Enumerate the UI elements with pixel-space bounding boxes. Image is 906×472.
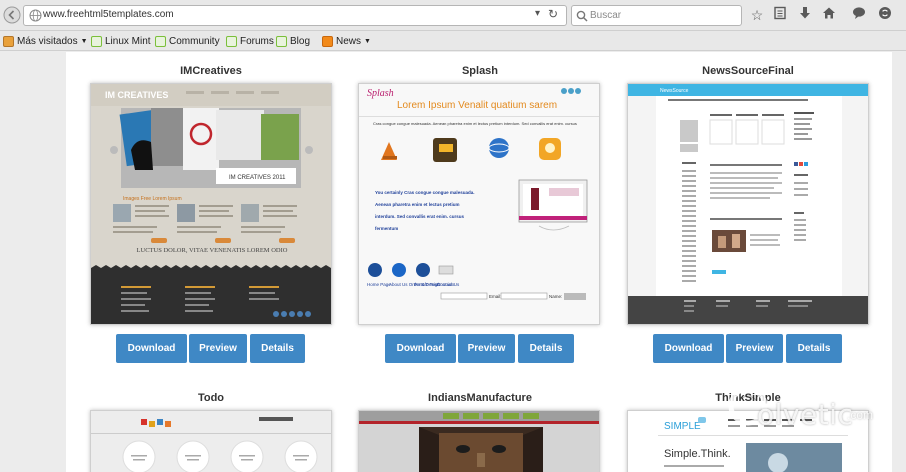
svg-text:interdum. Sed convallis erat e: interdum. Sed convallis erat enim. cursu… — [375, 214, 465, 219]
mint-icon — [155, 35, 166, 47]
template-title[interactable]: IndiansManufacture — [360, 392, 600, 404]
svg-text:Home Page: Home Page — [367, 282, 391, 287]
download-button[interactable]: Download — [116, 334, 187, 363]
bookmarks-list-icon[interactable] — [771, 6, 789, 24]
bookmark-star-icon[interactable]: ☆ — [748, 6, 766, 24]
template-title[interactable]: Splash — [360, 65, 600, 77]
svg-text:Lorem Ipsum Venalit quatium sa: Lorem Ipsum Venalit quatium sarem — [397, 100, 557, 111]
bookmark-news[interactable]: News ▼ — [322, 33, 371, 49]
preview-button[interactable]: Preview — [458, 334, 515, 363]
chevron-down-icon: ▼ — [80, 37, 88, 45]
sync-icon[interactable] — [876, 6, 894, 24]
bookmark-label: News — [336, 35, 362, 47]
svg-text:IM CREATIVES: IM CREATIVES — [105, 90, 168, 100]
svg-text:LUCTUS DOLOR, VITAE VENENATIS: LUCTUS DOLOR, VITAE VENENATIS LOREM ODIO — [137, 247, 288, 254]
bookmark-label: Blog — [290, 35, 311, 47]
details-button[interactable]: Details — [786, 334, 842, 363]
details-button[interactable]: Details — [518, 334, 574, 363]
template-title[interactable]: Todo — [91, 392, 331, 404]
details-button[interactable]: Details — [250, 334, 305, 363]
svg-text:SIMPLE: SIMPLE — [664, 421, 701, 432]
bookmark-linux-mint[interactable]: Linux Mint — [91, 33, 151, 49]
svg-text:Simple.Think.: Simple.Think. — [664, 448, 731, 460]
svg-text:Splash: Splash — [367, 88, 394, 99]
svg-text:Images Free Lorem Ipsum: Images Free Lorem Ipsum — [123, 196, 182, 202]
bookmark-community[interactable]: Community — [155, 33, 220, 49]
todo-preview — [91, 411, 331, 472]
svg-text:NewsSource: NewsSource — [660, 88, 689, 94]
template-thumbnail-imcreatives[interactable]: IM CREATIVES IM CREATIVES 2011 Images Fr… — [90, 83, 332, 325]
bookmark-label: Forums — [240, 35, 274, 47]
address-bar[interactable]: www.freehtml5templates.com ▾ ↻ — [23, 5, 567, 26]
download-button[interactable]: Download — [653, 334, 724, 363]
bookmark-label: Más visitados — [17, 35, 78, 47]
svg-text:Cras congue congue malesuada.: Cras congue congue malesuada. Aenean pha… — [373, 121, 577, 126]
home-icon[interactable] — [820, 6, 838, 24]
template-title[interactable]: IMCreatives — [91, 65, 331, 77]
svg-text:Contact Us: Contact Us — [437, 282, 460, 287]
navigation-toolbar: www.freehtml5templates.com ▾ ↻ Buscar ☆ — [0, 0, 906, 31]
svg-text:Name:: Name: — [549, 294, 562, 299]
reload-icon[interactable]: ↻ — [548, 7, 558, 21]
bookmark-blog[interactable]: Blog — [276, 33, 310, 49]
template-title[interactable]: NewsSourceFinal — [628, 65, 868, 77]
download-arrow-icon[interactable] — [796, 6, 814, 24]
search-box[interactable]: Buscar — [571, 5, 742, 26]
chat-bubble-icon[interactable] — [850, 6, 868, 24]
rss-icon — [322, 35, 333, 47]
mint-icon — [226, 35, 237, 47]
bookmark-label: Community — [169, 35, 220, 47]
newssource-preview: NewsSource — [628, 84, 868, 324]
imcreatives-preview: IM CREATIVES IM CREATIVES 2011 Images Fr… — [91, 84, 331, 324]
watermark-suffix: .com — [847, 408, 874, 422]
watermark-brand: olvetic — [757, 398, 854, 431]
url-text[interactable]: www.freehtml5templates.com — [43, 9, 174, 20]
template-thumbnail-splash[interactable]: Splash Lorem Ipsum Venalit quatium sarem… — [358, 83, 600, 325]
preview-button[interactable]: Preview — [189, 334, 247, 363]
solvetic-watermark: olvetic .com — [728, 382, 898, 436]
preview-button[interactable]: Preview — [726, 334, 783, 363]
bookmark-forums[interactable]: Forums — [226, 33, 274, 49]
search-icon — [576, 9, 588, 22]
folder-icon — [3, 35, 14, 47]
search-placeholder[interactable]: Buscar — [590, 10, 621, 21]
globe-icon — [29, 9, 42, 22]
svg-text:Email:: Email: — [489, 294, 502, 299]
mint-icon — [276, 35, 287, 47]
bookmarks-toolbar: Más visitados ▼ Linux Mint Community For… — [0, 31, 906, 51]
bookmark-label: Linux Mint — [105, 35, 151, 47]
bookmark-mas-visitados[interactable]: Más visitados ▼ — [3, 33, 88, 49]
indiansmanufacture-preview — [359, 411, 599, 472]
svg-text:You certainly Cras congue cong: You certainly Cras congue congue malesua… — [375, 190, 474, 195]
template-thumbnail-newssourcefinal[interactable]: NewsSource — [627, 83, 869, 325]
url-history-dropdown-icon[interactable]: ▾ — [535, 8, 540, 19]
download-button[interactable]: Download — [385, 334, 456, 363]
splash-preview: Splash Lorem Ipsum Venalit quatium sarem… — [359, 84, 599, 324]
svg-text:IM CREATIVES 2011: IM CREATIVES 2011 — [229, 175, 286, 181]
mint-icon — [91, 35, 102, 47]
svg-text:fermentum: fermentum — [375, 226, 398, 231]
back-button[interactable] — [3, 6, 21, 24]
template-thumbnail-indiansmanufacture[interactable] — [358, 410, 600, 472]
chevron-down-icon: ▼ — [364, 37, 371, 45]
template-thumbnail-todo[interactable] — [90, 410, 332, 472]
svg-text:Aenean pharetra enim et lectus: Aenean pharetra enim et lectus pretium — [375, 202, 460, 207]
